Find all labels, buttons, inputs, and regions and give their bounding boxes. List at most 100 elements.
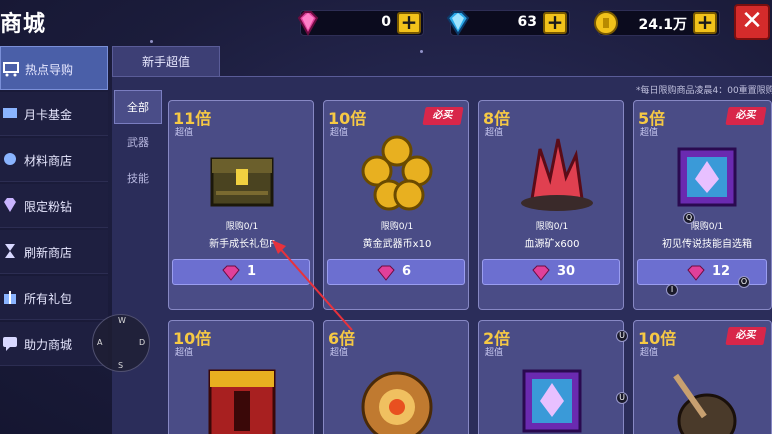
value-label: 超值 <box>330 128 349 138</box>
purchase-limit: 限购0/1 <box>225 222 259 232</box>
joystick-right-label: D <box>139 338 146 347</box>
item-name: 初见传说技能自选箱 <box>662 239 752 250</box>
gold-coins-icon <box>361 135 433 211</box>
joystick-down-label: S <box>118 361 124 370</box>
hourglass-icon <box>5 244 15 258</box>
skill-badge: U <box>616 330 628 342</box>
sidebar-item-label: 助力商城 <box>24 338 73 352</box>
value-label: 超值 <box>485 348 504 358</box>
currency-blue-gems: 63 + <box>446 10 570 36</box>
sidebar-item-label: 材料商店 <box>24 154 73 168</box>
price-value: 1 <box>247 264 257 279</box>
shop-card[interactable]: 10倍 超值 必买 限购0/1 黄金武器币x10 6 <box>323 100 469 310</box>
shop-card[interactable]: 10倍 超值 必买 <box>633 320 772 434</box>
skill-badge: Q <box>683 212 695 224</box>
red-chest-icon <box>208 369 276 434</box>
reset-notice: *每日限购商品凌晨4：00重置限购 <box>636 86 772 96</box>
value-label: 超值 <box>485 128 504 138</box>
shop-card[interactable]: 6倍 超值 <box>323 320 469 434</box>
pink-gem-icon <box>532 265 550 281</box>
chat-icon <box>3 337 17 351</box>
sidebar-item-refresh-shop[interactable]: 刷新商店 <box>0 230 108 274</box>
joystick[interactable]: W S A D <box>92 314 150 372</box>
diamond-icon <box>4 198 16 212</box>
blue-gem-count: 63 <box>517 14 537 30</box>
subtab-all[interactable]: 全部 <box>114 90 162 124</box>
pink-gem-icon <box>222 265 240 281</box>
sidebar-item-label: 所有礼包 <box>24 292 73 306</box>
currency-pink-gems: 0 + <box>297 10 424 37</box>
pink-gem-icon <box>297 11 319 37</box>
joystick-left-label: A <box>97 338 103 347</box>
sidebar-item-hot[interactable]: 热点导购 <box>0 46 108 90</box>
purchase-limit: 限购0/1 <box>380 222 414 232</box>
sidebar-item-materials[interactable]: 材料商店 <box>0 138 108 182</box>
skill-badge: O <box>738 276 750 288</box>
red-crystal-icon <box>521 138 593 211</box>
value-label: 超值 <box>330 348 349 358</box>
item-name: 黄金武器币x10 <box>362 239 432 250</box>
chest-icon <box>210 157 274 207</box>
tab-newbie-deals[interactable]: 新手超值 <box>112 46 220 76</box>
shop-card[interactable]: 5倍 超值 必买 限购0/1 初见传说技能自选箱 12 <box>633 100 772 310</box>
price-value: 6 <box>402 264 412 279</box>
purchase-limit: 限购0/1 <box>535 222 569 232</box>
gift-icon <box>4 291 16 304</box>
gold-count: 24.1万 <box>638 17 687 33</box>
price-value: 30 <box>557 264 576 279</box>
gold-coin-icon <box>594 11 618 35</box>
skill-box-icon <box>522 369 582 433</box>
sidebar-item-label: 刷新商店 <box>24 246 73 260</box>
skill-badge: I <box>666 284 678 296</box>
sidebar-item-all-gifts[interactable]: 所有礼包 <box>0 276 108 320</box>
value-label: 超值 <box>175 128 194 138</box>
orb-icon <box>361 371 433 434</box>
close-button[interactable]: ✕ <box>734 4 770 40</box>
add-pink-gems-button[interactable]: + <box>397 12 421 34</box>
star-decoration <box>420 50 423 53</box>
sidebar-item-label: 月卡基金 <box>24 108 73 122</box>
pink-gem-count: 0 <box>381 14 391 30</box>
add-gold-button[interactable]: + <box>693 12 717 34</box>
sidebar-item-label: 限定粉钻 <box>24 200 73 214</box>
card-icon <box>3 108 17 118</box>
sword-egg-icon <box>673 373 737 434</box>
sidebar: 热点导购 月卡基金 材料商店 限定粉钻 刷新商店 所有礼包 助力商城 <box>0 46 108 434</box>
shop-card[interactable]: 2倍 超值 <box>478 320 624 434</box>
shop-card[interactable]: 11倍 超值 限购0/1 新手成长礼包F 1 <box>168 100 314 310</box>
value-label: 超值 <box>640 128 659 138</box>
price-value: 12 <box>712 264 731 279</box>
price-button[interactable]: 1 <box>172 259 310 285</box>
price-button[interactable]: 30 <box>482 259 620 285</box>
joystick-up-label: W <box>118 316 126 325</box>
blue-gem-icon <box>446 11 470 36</box>
skill-box-icon <box>677 147 737 207</box>
item-name: 血源矿x600 <box>524 239 580 250</box>
cart-icon <box>3 62 19 77</box>
purchase-limit: 限购0/1 <box>690 222 724 232</box>
shop-card[interactable]: 10倍 超值 <box>168 320 314 434</box>
sidebar-item-limited-diamond[interactable]: 限定粉钻 <box>0 184 108 228</box>
shop-card[interactable]: 8倍 超值 限购0/1 血源矿x600 30 <box>478 100 624 310</box>
must-buy-badge: 必买 <box>725 107 767 125</box>
must-buy-badge: 必买 <box>422 107 464 125</box>
subtab-weapons[interactable]: 武器 <box>114 126 162 160</box>
shop-screen: 商城 0 + 63 + 24.1万 + ✕ 热点导购 月卡基金 材料商店 限定粉… <box>0 0 772 434</box>
materials-icon <box>4 153 16 165</box>
pink-gem-icon <box>377 265 395 281</box>
sidebar-item-monthly-card[interactable]: 月卡基金 <box>0 92 108 136</box>
page-title: 商城 <box>0 12 47 37</box>
value-label: 超值 <box>640 348 659 358</box>
value-label: 超值 <box>175 348 194 358</box>
item-name: 新手成长礼包F <box>209 239 275 250</box>
subtab-skills[interactable]: 技能 <box>114 162 162 196</box>
add-blue-gems-button[interactable]: + <box>543 12 567 34</box>
subtabs: 全部 武器 技能 <box>114 90 162 434</box>
must-buy-badge: 必买 <box>725 327 767 345</box>
price-button[interactable]: 6 <box>327 259 465 285</box>
skill-badge: U <box>616 392 628 404</box>
sidebar-item-label: 热点导购 <box>25 63 74 77</box>
star-decoration <box>150 40 153 43</box>
pink-gem-icon <box>687 265 705 281</box>
currency-gold: 24.1万 + <box>594 10 720 36</box>
